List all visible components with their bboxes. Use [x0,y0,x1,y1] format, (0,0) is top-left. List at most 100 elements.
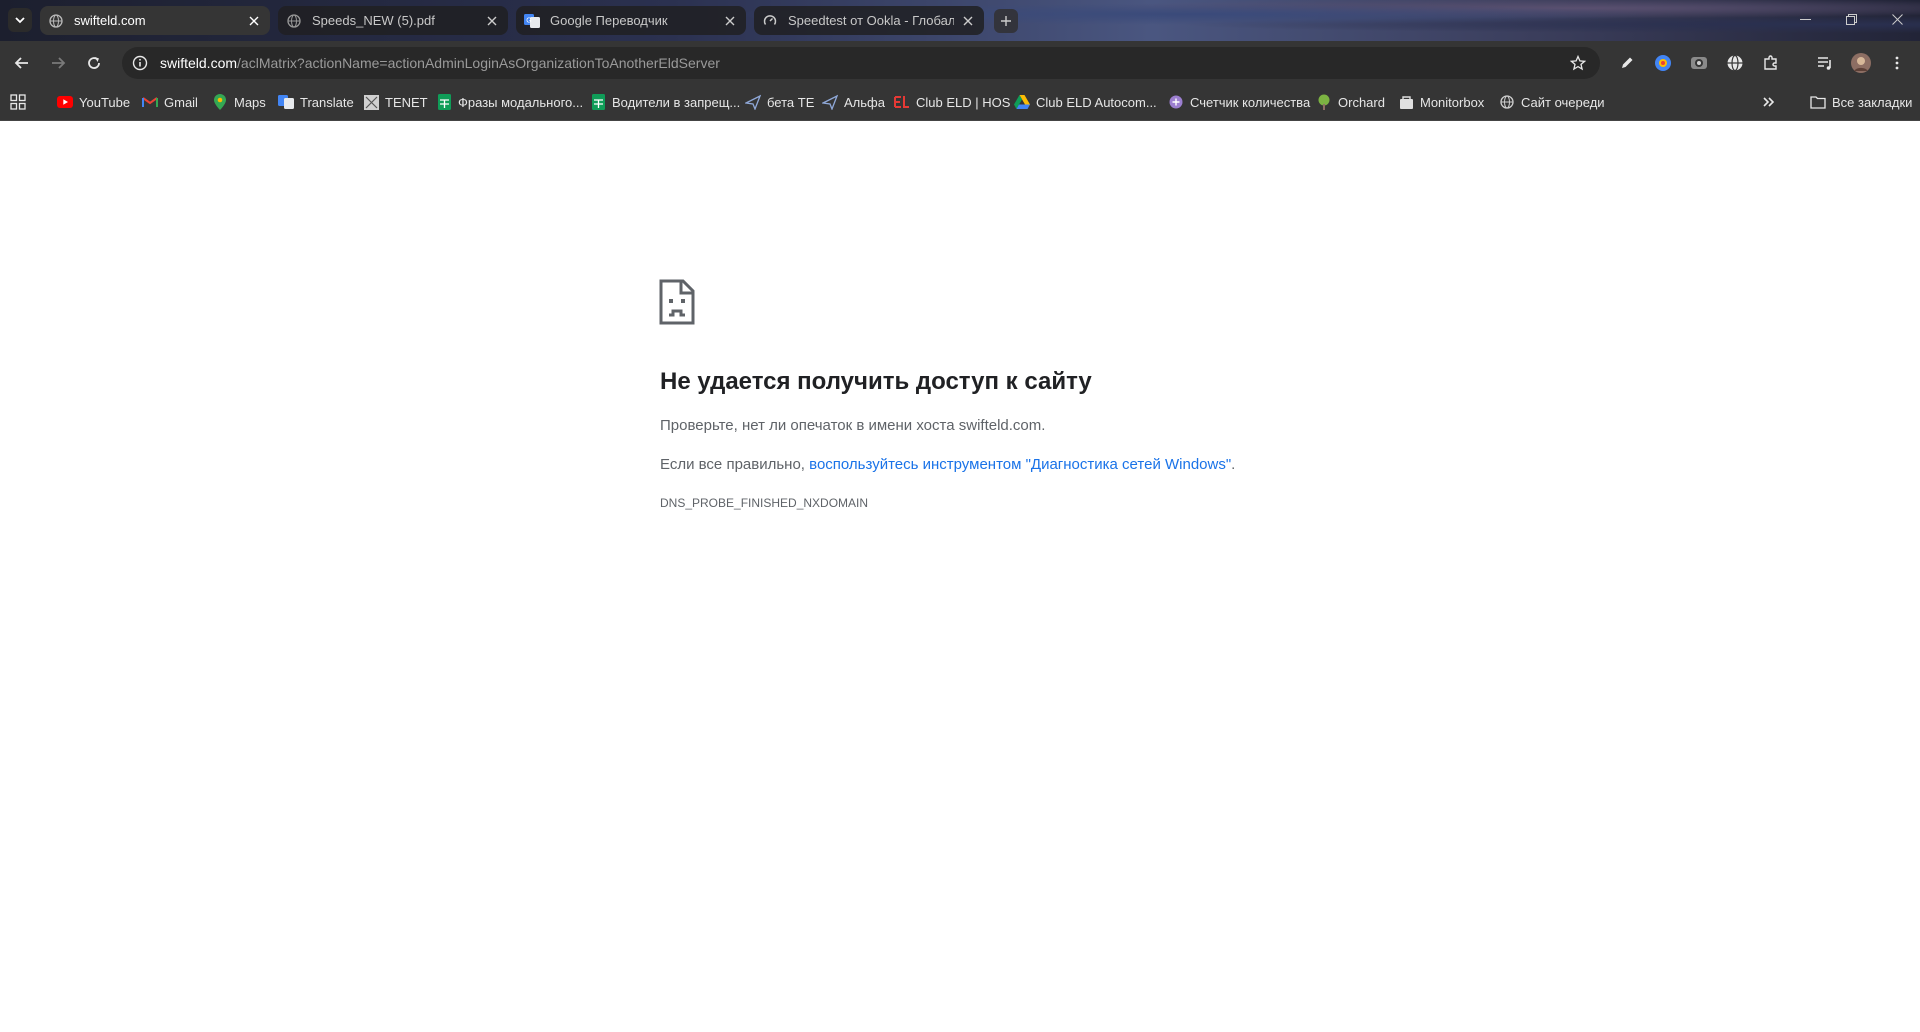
toolbar: swifteld.com/aclMatrix?actionName=action… [0,41,1920,83]
media-controls-icon[interactable] [1813,51,1837,75]
site-info-icon[interactable] [130,53,150,73]
bookmark-label: Orchard [1338,94,1385,110]
tab-title: Speedtest от Ookla - Глобальн [788,13,954,28]
tab-title: swifteld.com [74,13,146,28]
gmail-icon [142,94,158,110]
globe-icon [1499,94,1515,110]
bookmark-label: Gmail [164,94,198,110]
bookmark-translate[interactable]: Translate [278,91,354,113]
bookmark-youtube[interactable]: YouTube [57,91,130,113]
pen-extension-icon[interactable] [1615,51,1639,75]
plane-icon [822,94,838,110]
minimize-icon [1799,18,1811,20]
apps-button[interactable] [10,91,26,113]
restore-icon [1845,13,1857,25]
all-bookmarks-label: Все закладки [1832,94,1913,110]
reload-button[interactable] [80,49,108,77]
tab-search-button[interactable] [8,8,32,32]
arrow-right-icon [52,57,66,69]
maps-icon [212,94,228,110]
star-icon[interactable] [1568,53,1588,73]
close-icon[interactable] [722,13,738,29]
bookmark-orchard[interactable]: Orchard [1316,91,1385,113]
plus-icon [1001,16,1011,26]
chevron-down-icon [15,17,25,24]
bookmark-gmail[interactable]: Gmail [142,91,198,113]
camera-extension-icon[interactable] [1687,51,1711,75]
bookmark-label: Фразы модального... [458,94,584,110]
more-bookmarks-button[interactable] [1762,91,1776,113]
plane-icon [745,94,761,110]
forward-button[interactable] [44,49,72,77]
error-hint: Проверьте, нет ли опечаток в имени хоста… [660,417,1046,434]
bookmark-label: Сайт очереди [1521,94,1605,110]
url-text[interactable]: swifteld.com/aclMatrix?actionName=action… [160,55,720,71]
speedtest-icon [762,13,778,29]
sheets-icon [436,94,452,110]
monitorbox-icon [1398,94,1414,110]
extensions-icon[interactable] [1759,51,1783,75]
menu-icon[interactable] [1885,51,1909,75]
sad-page-icon [659,279,695,325]
bookmark-label: Maps [234,94,266,110]
bookmark-label: Monitorbox [1420,94,1485,110]
bookmark-label: Альфа [844,94,885,110]
bookmark-club-eld-hos[interactable]: Club ELD | HOS [894,91,1010,113]
globe-icon [48,13,64,29]
arrow-left-icon [14,57,28,69]
bookmark-tenet[interactable]: TENET [363,91,428,113]
error-code: DNS_PROBE_FINISHED_NXDOMAIN [660,496,869,510]
bookmark-beta-te[interactable]: бета TE [745,91,814,113]
bookmark-sheet-1[interactable]: Фразы модального... [436,91,583,113]
sheets-icon [590,94,606,110]
error-title: Не удается получить доступ к сайту [660,368,1092,395]
reload-icon [88,57,100,69]
suggestion-suffix: . [1231,456,1236,473]
close-icon[interactable] [484,13,500,29]
avatar[interactable] [1849,51,1873,75]
bookmark-monitorbox[interactable]: Monitorbox [1398,91,1484,113]
tab-speedtest[interactable]: Speedtest от Ookla - Глобальн [754,6,984,35]
translate-icon [278,94,294,110]
apps-grid-icon [10,94,26,110]
error-suggestion: Если все правильно, воспользуйтесь инстр… [660,456,1235,473]
restore-button[interactable] [1828,0,1874,38]
bookmark-queue-site[interactable]: Сайт очереди [1499,91,1605,113]
title-bar: swifteld.com Speeds_NEW (5).pdf G Google… [0,0,1920,41]
close-icon[interactable] [246,13,262,29]
bookmark-label: Club ELD | HOS [916,94,1011,110]
youtube-icon [57,94,73,110]
bookmark-label: бета TE [767,94,815,110]
network-diagnostics-link[interactable]: воспользуйтесь инструментом "Диагностика… [809,456,1231,473]
bookmark-label: Translate [300,94,354,110]
close-window-button[interactable] [1874,0,1920,38]
chevron-double-right-icon [1763,97,1775,107]
tab-google-translate[interactable]: G Google Переводчик [516,6,746,35]
bookmark-counter[interactable]: Счетчик количества [1168,91,1310,113]
bookmark-club-eld-autocom[interactable]: Club ELD Autocom... [1014,91,1157,113]
counter-icon [1168,94,1184,110]
tab-swifteld[interactable]: swifteld.com [40,6,270,35]
bookmark-label: Счетчик количества [1190,94,1311,110]
color-extension-icon[interactable] [1651,51,1675,75]
tab-speeds-pdf[interactable]: Speeds_NEW (5).pdf [278,6,508,35]
back-button[interactable] [8,49,36,77]
bookmark-label: TENET [385,94,428,110]
vpn-extension-icon[interactable] [1723,51,1747,75]
folder-icon [1810,94,1826,110]
globe-icon [286,13,302,29]
url-host: swifteld.com [160,55,238,71]
bookmark-label: YouTube [79,94,131,110]
close-icon[interactable] [960,13,976,29]
bookmark-sheet-2[interactable]: Водители в запрещ... [590,91,740,113]
bookmark-label: Club ELD Autocom... [1036,94,1157,110]
bookmark-maps[interactable]: Maps [212,91,266,113]
bookmarks-bar: YouTube Gmail Maps Translate TENET Фразы… [0,83,1920,121]
address-bar[interactable]: swifteld.com/aclMatrix?actionName=action… [122,47,1600,79]
new-tab-button[interactable] [994,9,1018,33]
minimize-button[interactable] [1782,0,1828,38]
all-bookmarks-button[interactable]: Все закладки [1810,91,1912,113]
tenet-icon [363,94,379,110]
bookmark-alfa[interactable]: Альфа [822,91,885,113]
drive-icon [1014,94,1030,110]
